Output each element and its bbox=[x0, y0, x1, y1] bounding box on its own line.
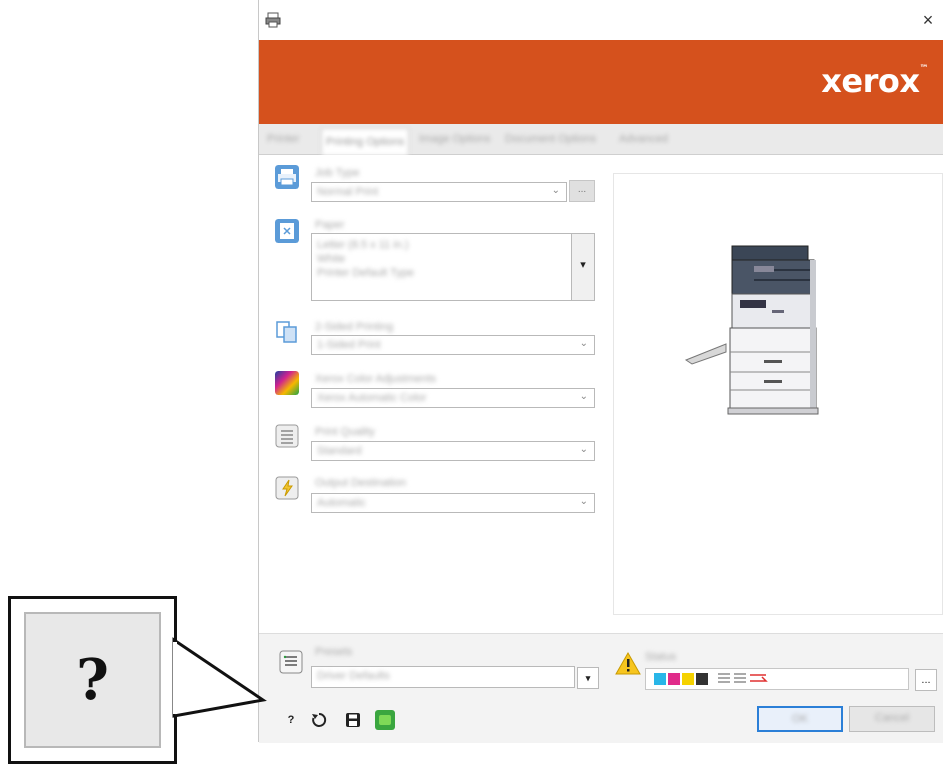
xerox-logo: xerox™ bbox=[821, 62, 928, 100]
job-type-label: Job Type bbox=[315, 167, 360, 179]
printer-properties-window: × xerox™ Printer Printing Options Image … bbox=[258, 0, 943, 743]
paper-color-line: White bbox=[317, 253, 346, 265]
help-callout: ? bbox=[8, 596, 177, 764]
logo-text: xerox bbox=[821, 62, 920, 100]
cancel-label: Cancel bbox=[874, 712, 910, 724]
output-destination-label: Output Destination bbox=[315, 477, 407, 489]
paper-label: Paper bbox=[315, 219, 345, 231]
printer-preview-panel bbox=[613, 173, 943, 615]
tab-image-options[interactable]: Image Options bbox=[419, 133, 491, 147]
tab-printing-options[interactable]: Printing Options bbox=[321, 128, 410, 155]
logo-trademark: ™ bbox=[919, 64, 929, 74]
presets-label: Presets bbox=[315, 646, 353, 658]
close-icon[interactable]: × bbox=[912, 4, 943, 36]
chevron-down-icon: ⌄ bbox=[551, 185, 560, 196]
job-type-select[interactable]: Normal Print ⌄ bbox=[311, 182, 567, 202]
ok-button[interactable]: OK bbox=[757, 706, 843, 732]
chevron-down-icon: ⌄ bbox=[579, 391, 588, 402]
output-icon bbox=[275, 476, 299, 500]
quality-icon bbox=[275, 424, 299, 448]
color-value: Xerox Automatic Color bbox=[317, 392, 427, 404]
warning-icon bbox=[615, 652, 641, 675]
presets-select[interactable]: Driver Defaults bbox=[311, 666, 575, 688]
two-sided-select[interactable]: 1-Sided Print ⌄ bbox=[311, 335, 595, 355]
two-sided-value: 1-Sided Print bbox=[317, 339, 381, 351]
paper-summary-list[interactable]: Letter (8.5 x 11 in.) White Printer Defa… bbox=[311, 233, 573, 301]
presets-value: Driver Defaults bbox=[317, 670, 390, 682]
status-more-button[interactable]: ... bbox=[915, 669, 937, 691]
duplex-icon bbox=[276, 321, 297, 343]
color-icon bbox=[275, 371, 299, 395]
presets-dropdown-button[interactable]: ▾ bbox=[577, 667, 599, 689]
bottom-bar: Presets Driver Defaults ▾ Status ... ? O… bbox=[259, 633, 943, 743]
print-quality-select[interactable]: Standard ⌄ bbox=[311, 441, 595, 461]
tab-document-options[interactable]: Document Options bbox=[505, 133, 596, 147]
supplies-status-icons bbox=[654, 673, 768, 685]
help-button[interactable]: ? bbox=[281, 710, 301, 730]
title-bar: × bbox=[259, 0, 943, 40]
output-destination-select[interactable]: Automatic ⌄ bbox=[311, 493, 595, 513]
chevron-down-icon: ⌄ bbox=[579, 338, 588, 349]
print-quality-label: Print Quality bbox=[315, 426, 375, 438]
ok-label: OK bbox=[792, 713, 808, 725]
color-adjustments-select[interactable]: Xerox Automatic Color ⌄ bbox=[311, 388, 595, 408]
printer-app-icon bbox=[265, 12, 281, 28]
color-label: Xerox Color Adjustments bbox=[315, 373, 437, 385]
earth-smart-icon[interactable] bbox=[375, 710, 395, 730]
window-title bbox=[289, 12, 529, 26]
print-quality-value: Standard bbox=[317, 445, 362, 457]
cancel-button[interactable]: Cancel bbox=[849, 706, 935, 732]
xerox-banner: xerox™ bbox=[259, 40, 943, 124]
two-sided-label: 2-Sided Printing bbox=[315, 321, 394, 333]
tab-advanced[interactable]: Advanced bbox=[619, 133, 668, 147]
paper-size-line: Letter (8.5 x 11 in.) bbox=[317, 239, 409, 251]
help-callout-symbol: ? bbox=[24, 612, 161, 748]
save-icon[interactable] bbox=[345, 712, 361, 728]
paper-type-line: Printer Default Type bbox=[317, 267, 415, 279]
printing-options-panel: Job Type Normal Print ⌄ ... Paper Letter… bbox=[259, 155, 943, 633]
job-type-more-button[interactable]: ... bbox=[569, 180, 595, 202]
paper-icon bbox=[275, 219, 299, 243]
chevron-down-icon: ⌄ bbox=[579, 444, 588, 455]
paper-dropdown-button[interactable]: ▾ bbox=[571, 233, 595, 301]
status-bar bbox=[645, 668, 909, 690]
output-destination-value: Automatic bbox=[317, 497, 366, 509]
presets-icon bbox=[279, 650, 303, 674]
reset-icon[interactable] bbox=[311, 712, 327, 728]
chevron-down-icon: ⌄ bbox=[579, 496, 588, 507]
printer-icon bbox=[275, 165, 299, 189]
status-label: Status bbox=[645, 651, 677, 663]
printer-illustration bbox=[684, 245, 819, 415]
job-type-value: Normal Print bbox=[317, 186, 379, 198]
tab-printer[interactable]: Printer bbox=[267, 133, 299, 147]
tab-strip: Printer Printing Options Image Options D… bbox=[259, 124, 943, 155]
